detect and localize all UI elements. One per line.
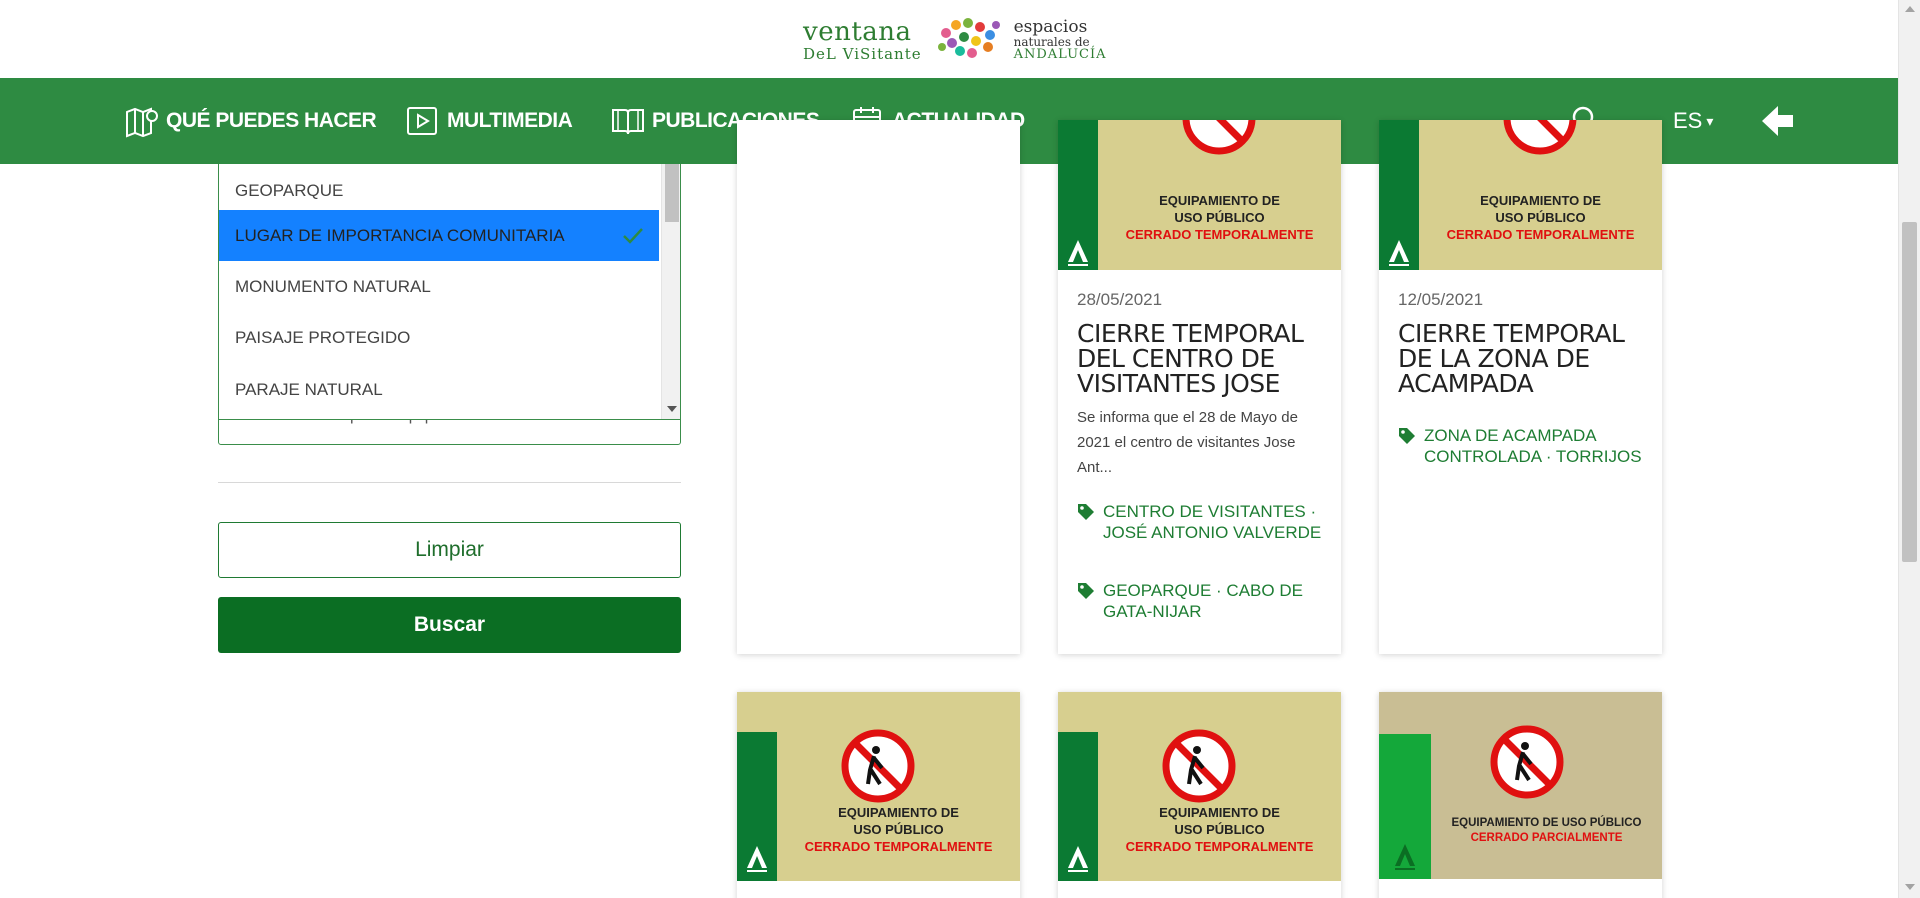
sign-line3: CERRADO TEMPORALMENTE xyxy=(804,839,993,854)
option-label: LUGAR DE IMPORTANCIA COMUNITARIA xyxy=(235,225,565,245)
clear-button[interactable]: Limpiar xyxy=(218,522,681,578)
sign-line1: EQUIPAMIENTO DE xyxy=(1159,193,1280,208)
news-card[interactable]: EQUIPAMIENTO DE USO PÚBLICO CERRADO TEMP… xyxy=(1058,120,1341,654)
dropdown-option-monumento-natural[interactable]: MONUMENTO NATURAL xyxy=(219,261,659,312)
page-scrollbar[interactable] xyxy=(1898,0,1920,898)
card-image: EQUIPAMIENTO DE USO PÚBLICO CERRADO TEMP… xyxy=(737,692,1020,881)
checkmark-icon xyxy=(623,228,643,244)
card-date: 28/05/2021 xyxy=(1077,290,1163,309)
sign-line3: CERRADO TEMPORALMENTE xyxy=(1446,227,1635,242)
card-image: EQUIPAMIENTO DE USO PÚBLICO CERRADO TEMP… xyxy=(1379,120,1662,270)
sign-line1: EQUIPAMIENTO DE xyxy=(838,805,959,820)
card-sign-text: EQUIPAMIENTO DE USO PÚBLICO CERRADO TEMP… xyxy=(777,804,1020,855)
page: ventana DeL ViSitante espacios naturales… xyxy=(0,0,1920,898)
book-icon xyxy=(612,109,644,135)
option-label: MONUMENTO NATURAL xyxy=(235,276,431,296)
card-date: 12/05/2021 xyxy=(1398,290,1484,309)
dropdown-scroll-down-icon[interactable] xyxy=(667,406,677,412)
sign-line2: USO PÚBLICO xyxy=(853,822,944,837)
sign-line2: CERRADO PARCIALMENTE xyxy=(1470,832,1623,844)
arrow-left-icon[interactable] xyxy=(1758,102,1796,140)
no-entry-sign-icon xyxy=(1162,729,1236,803)
card-sign-text: EQUIPAMIENTO DE USO PÚBLICO CERRADO TEMP… xyxy=(1098,804,1341,855)
tag-icon xyxy=(1399,428,1415,444)
dropdown-scrollbar[interactable] xyxy=(661,164,680,419)
logo-right1: espacios xyxy=(1013,17,1088,37)
dropdown-scrollbar-thumb[interactable] xyxy=(665,164,679,222)
sidebar-divider xyxy=(218,482,681,483)
card-tag[interactable]: ZONA DE ACAMPADA CONTROLADA · TORRIJOS xyxy=(1398,425,1648,467)
dropdown-option-lugar-importancia-comunitaria[interactable]: LUGAR DE IMPORTANCIA COMUNITARIA xyxy=(219,210,659,261)
tag-label: ZONA DE ACAMPADA CONTROLADA · TORRIJOS xyxy=(1424,426,1642,466)
scroll-up-icon[interactable] xyxy=(1905,6,1915,12)
junta-andalucia-logo-icon xyxy=(1068,240,1088,266)
card-sign-text: EQUIPAMIENTO DE USO PÚBLICO CERRADO TEMP… xyxy=(1098,192,1341,243)
logo-flower-icon xyxy=(937,18,1000,58)
option-label: PAISAJE PROTEGIDO xyxy=(235,327,411,347)
news-card[interactable]: EQUIPAMIENTO DE USO PÚBLICO CERRADO TEMP… xyxy=(1379,120,1662,654)
chevron-down-icon: ▾ xyxy=(1706,112,1714,129)
news-card-blank[interactable] xyxy=(737,120,1020,654)
sign-line2: USO PÚBLICO xyxy=(1495,210,1586,225)
sign-line2: USO PÚBLICO xyxy=(1174,822,1265,837)
card-title[interactable]: CIERRE TEMPORAL DEL CENTRO DE VISITANTES… xyxy=(1077,321,1327,396)
junta-andalucia-logo-icon xyxy=(1068,846,1088,872)
sign-line2: USO PÚBLICO xyxy=(1174,210,1265,225)
card-tag[interactable]: CENTRO DE VISITANTES · JOSÉ ANTONIO VALV… xyxy=(1077,501,1327,543)
no-entry-sign-icon xyxy=(1490,725,1564,799)
junta-andalucia-logo-icon xyxy=(1395,844,1415,870)
search-button[interactable]: Buscar xyxy=(218,597,681,653)
logo-espacios: espacios naturales de ANDALUCÍA xyxy=(1013,17,1107,62)
logo-line2: DeL ViSitante xyxy=(803,44,922,63)
logo-ventana: ventana DeL ViSitante xyxy=(803,19,922,62)
card-description: Se informa que el 28 de Mayo de 2021 el … xyxy=(1077,409,1298,476)
dropdown-option-geoparque[interactable]: GEOPARQUE xyxy=(219,165,659,216)
news-card[interactable]: EQUIPAMIENTO DE USO PÚBLICO CERRADO TEMP… xyxy=(1058,692,1341,898)
option-label: PARAJE NATURAL xyxy=(235,379,383,399)
tag-icon xyxy=(1078,583,1094,599)
news-card[interactable]: EQUIPAMIENTO DE USO PÚBLICO CERRADO TEMP… xyxy=(737,692,1020,898)
sign-line1: EQUIPAMIENTO DE xyxy=(1480,193,1601,208)
junta-andalucia-logo-icon xyxy=(747,846,767,872)
card-image: EQUIPAMIENTO DE USO PÚBLICO CERRADO PARC… xyxy=(1379,692,1662,879)
play-icon xyxy=(407,107,437,135)
card-image: EQUIPAMIENTO DE USO PÚBLICO CERRADO TEMP… xyxy=(1058,120,1341,270)
tag-label: GEOPARQUE · CABO DE GATA-NIJAR xyxy=(1103,581,1303,621)
no-entry-sign-icon xyxy=(841,729,915,803)
nav-que-puedes-hacer[interactable]: QUÉ PUEDES HACER xyxy=(124,78,377,164)
card-tag[interactable]: GEOPARQUE · CABO DE GATA-NIJAR xyxy=(1077,580,1327,622)
sign-line3: CERRADO TEMPORALMENTE xyxy=(1125,227,1314,242)
tag-icon xyxy=(1078,504,1094,520)
news-card[interactable]: EQUIPAMIENTO DE USO PÚBLICO CERRADO PARC… xyxy=(1379,692,1662,898)
nav-label: MULTIMEDIA xyxy=(447,109,573,132)
option-label: GEOPARQUE xyxy=(235,180,344,200)
dropdown-option-paraje-natural[interactable]: PARAJE NATURAL xyxy=(219,364,659,415)
scroll-down-icon[interactable] xyxy=(1905,884,1915,890)
card-image: EQUIPAMIENTO DE USO PÚBLICO CERRADO TEMP… xyxy=(1058,692,1341,881)
sign-line3: CERRADO TEMPORALMENTE xyxy=(1125,839,1314,854)
logo-right3: ANDALUCÍA xyxy=(1013,47,1107,62)
figura-proteccion-dropdown[interactable]: GEOPARQUE LUGAR DE IMPORTANCIA COMUNITAR… xyxy=(218,164,681,420)
sign-line1: EQUIPAMIENTO DE xyxy=(1159,805,1280,820)
language-selector[interactable]: ES ▾ xyxy=(1673,78,1713,164)
page-scrollbar-thumb[interactable] xyxy=(1902,222,1917,562)
dropdown-option-paisaje-protegido[interactable]: PAISAJE PROTEGIDO xyxy=(219,312,659,363)
no-entry-sign-icon xyxy=(1503,120,1577,155)
no-entry-sign-icon xyxy=(1182,120,1256,155)
tag-label: CENTRO DE VISITANTES · JOSÉ ANTONIO VALV… xyxy=(1103,502,1322,542)
top-header: ventana DeL ViSitante espacios naturales… xyxy=(0,0,1898,78)
card-title[interactable]: CIERRE TEMPORAL DE LA ZONA DE ACAMPADA xyxy=(1398,321,1648,396)
site-logo[interactable]: ventana DeL ViSitante espacios naturales… xyxy=(803,12,1107,68)
language-label: ES xyxy=(1673,108,1703,133)
card-sign-text: EQUIPAMIENTO DE USO PÚBLICO CERRADO PARC… xyxy=(1431,816,1662,846)
nav-label: QUÉ PUEDES HACER xyxy=(166,109,377,132)
nav-multimedia[interactable]: MULTIMEDIA xyxy=(405,78,573,164)
logo-line1: ventana xyxy=(803,16,912,47)
card-sign-text: EQUIPAMIENTO DE USO PÚBLICO CERRADO TEMP… xyxy=(1419,192,1662,243)
junta-andalucia-logo-icon xyxy=(1389,240,1409,266)
map-icon xyxy=(126,107,158,138)
sign-line1: EQUIPAMIENTO DE USO PÚBLICO xyxy=(1451,817,1642,829)
